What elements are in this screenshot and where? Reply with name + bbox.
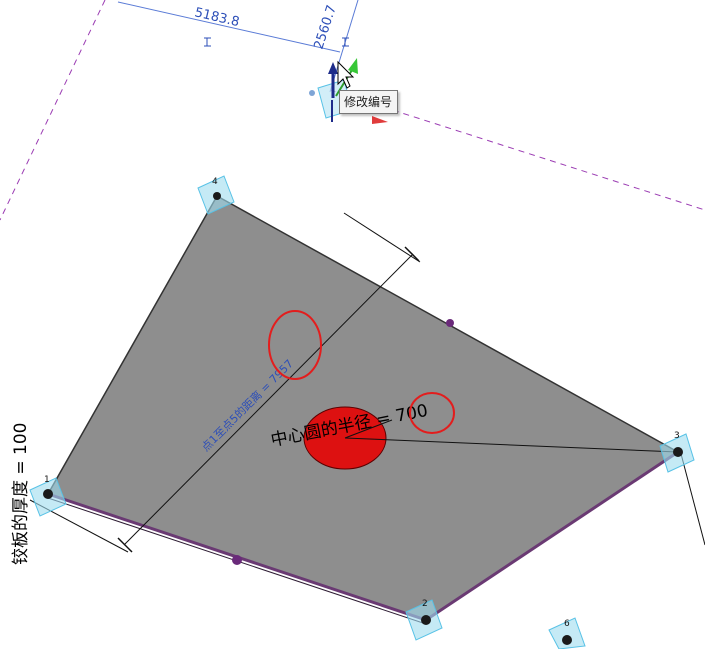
dimension-text-top-b[interactable]: 2560.7	[312, 3, 340, 51]
reference-dot	[446, 319, 454, 327]
reference-line-left	[0, 0, 106, 221]
svg-text:1: 1	[44, 475, 50, 485]
svg-text:4: 4	[212, 177, 218, 187]
svg-text:2: 2	[422, 599, 428, 609]
dimension-text-top-a[interactable]: 5183.8	[193, 5, 241, 30]
point-marker-3[interactable]: 3	[659, 431, 695, 473]
slab-thickness-label[interactable]: 铰板的厚度 = 100	[11, 423, 31, 566]
svg-text:6: 6	[564, 619, 570, 629]
dimension-extension-line	[343, 212, 421, 263]
svg-text:3: 3	[674, 431, 680, 441]
plate-shape[interactable]	[46, 194, 680, 621]
point-marker-6[interactable]: 6	[548, 617, 586, 649]
reference-dot	[232, 555, 242, 565]
tooltip: 修改编号	[339, 90, 399, 114]
